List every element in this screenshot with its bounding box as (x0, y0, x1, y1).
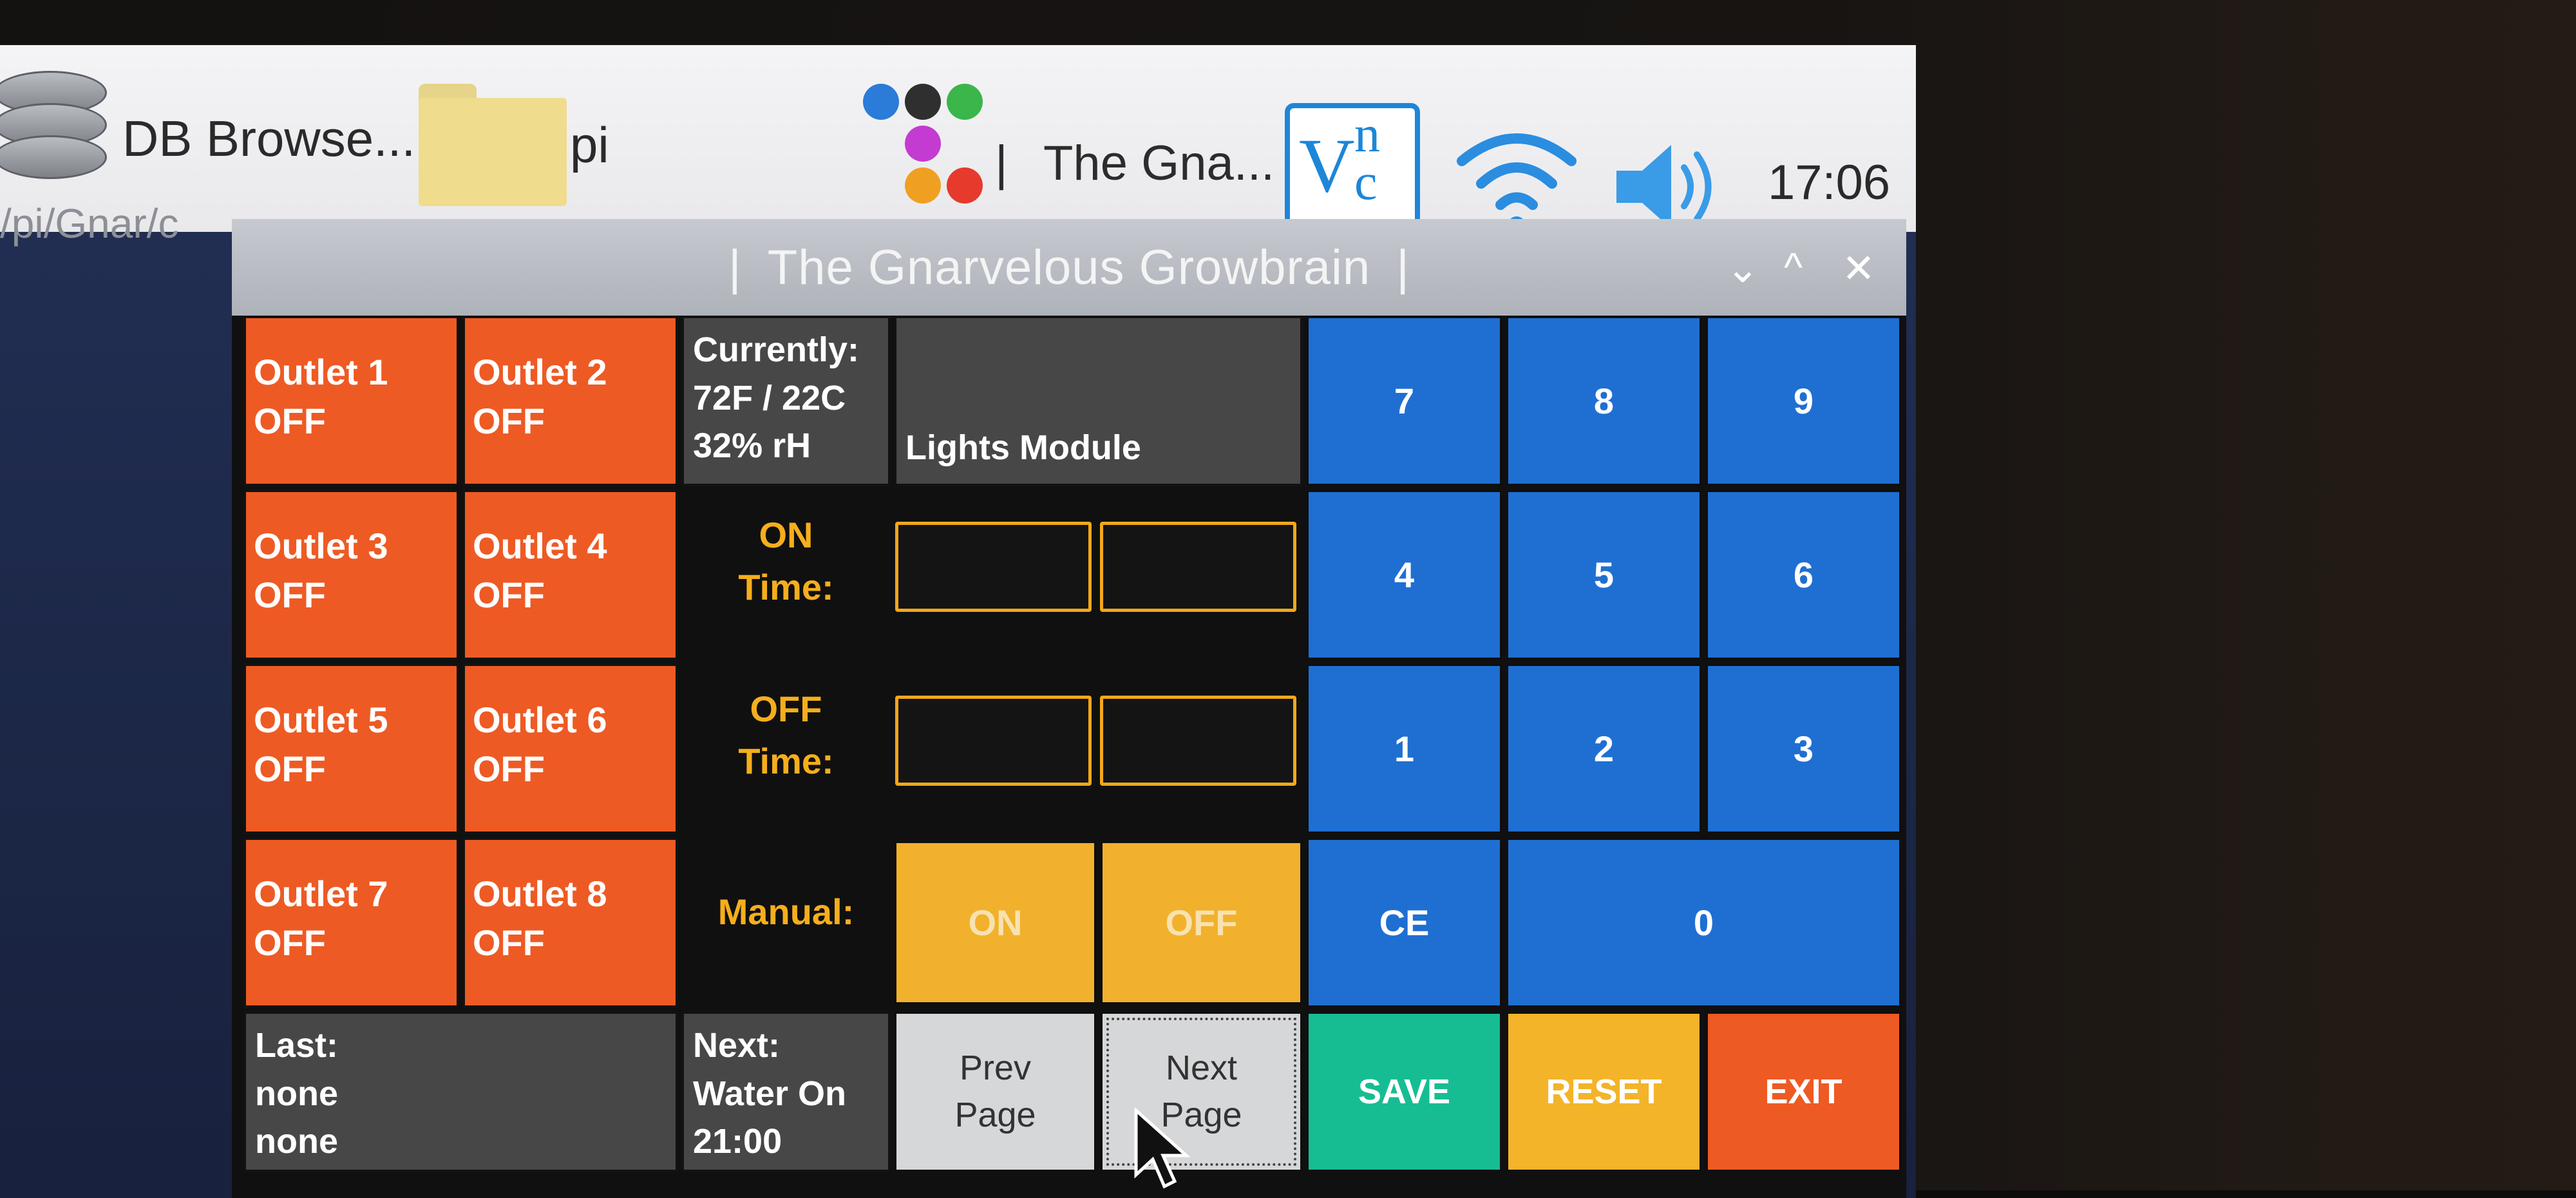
window-title: The Gnarvelous Growbrain (767, 240, 1371, 295)
outlet-5-button[interactable]: Outlet 5 OFF (243, 663, 459, 834)
outlet-state: OFF (254, 922, 326, 963)
manual-off-button[interactable]: OFF (1100, 841, 1303, 1005)
next-label: Next: (693, 1026, 781, 1065)
on-time-minutes-field[interactable] (1100, 522, 1296, 612)
keypad-8-button[interactable]: 8 (1506, 316, 1702, 486)
window-title-prefix: | (728, 240, 742, 295)
taskbar-window-title[interactable]: The Gna... (1043, 135, 1274, 191)
outlet-name: Outlet 6 (473, 699, 607, 740)
outlet-name: Outlet 1 (254, 352, 388, 392)
outlet-state: OFF (473, 400, 545, 441)
module-title: Lights Module (905, 428, 1141, 468)
app-window: | The Gnarvelous Growbrain | ⌄ ^ ✕ Outle… (232, 219, 1906, 1198)
next-time: 21:00 (693, 1122, 782, 1161)
manual-label: Manual: (717, 891, 855, 932)
manual-on-button[interactable]: ON (894, 841, 1097, 1005)
next-page-label-1: Next (1165, 1049, 1238, 1088)
launcher-icon[interactable] (850, 71, 1005, 219)
off-time-minutes-field[interactable] (1100, 696, 1296, 786)
outlet-name: Outlet 8 (473, 873, 607, 914)
off-time-label-line1: OFF (750, 689, 822, 729)
outlet-8-button[interactable]: Outlet 8 OFF (462, 837, 678, 1008)
on-time-label-line2: Time: (738, 567, 834, 608)
on-time-label: ON Time: (681, 509, 891, 638)
keypad-0-button[interactable]: 0 (1506, 837, 1902, 1008)
taskbar-separator: | (995, 136, 1008, 191)
outlet-name: Outlet 7 (254, 873, 388, 914)
desktop-path-text: /pi/Gnar/c (0, 200, 179, 247)
next-page-button[interactable]: Next Page (1100, 1011, 1303, 1172)
outlet-state: OFF (473, 922, 545, 963)
outlet-state: OFF (254, 748, 326, 789)
outlet-name: Outlet 3 (254, 526, 388, 566)
save-button[interactable]: SAVE (1306, 1011, 1502, 1172)
cursor-icon (1134, 1108, 1191, 1189)
off-time-hours-field[interactable] (895, 696, 1092, 786)
keypad-3-button[interactable]: 3 (1705, 663, 1902, 834)
on-time-label-line1: ON (759, 515, 813, 555)
humidity-value: 32% rH (693, 426, 811, 466)
outlet-state: OFF (254, 400, 326, 441)
last-line-2: none (255, 1122, 338, 1161)
outlet-6-button[interactable]: Outlet 6 OFF (462, 663, 678, 834)
outlet-1-button[interactable]: Outlet 1 OFF (243, 316, 459, 486)
current-conditions: Currently: 72F / 22C 32% rH (681, 316, 891, 486)
vnc-icon[interactable]: V n c (1285, 103, 1420, 238)
close-icon[interactable]: ✕ (1842, 245, 1875, 292)
outlet-name: Outlet 2 (473, 352, 607, 392)
on-time-hours-field[interactable] (895, 522, 1092, 612)
keypad-clear-button[interactable]: CE (1306, 837, 1502, 1008)
prev-page-label-1: Prev (959, 1049, 1032, 1088)
minimize-icon[interactable]: ⌄ (1726, 245, 1759, 292)
temperature-value: 72F / 22C (693, 378, 846, 417)
outlet-state: OFF (473, 748, 545, 789)
current-label: Currently: (693, 330, 860, 369)
next-event-panel: Next: Water On 21:00 (681, 1011, 891, 1172)
window-titlebar[interactable]: | The Gnarvelous Growbrain | ⌄ ^ ✕ (232, 219, 1906, 316)
keypad-5-button[interactable]: 5 (1506, 490, 1702, 660)
desktop-icon-pi-label[interactable]: pi (570, 116, 609, 175)
prev-page-button[interactable]: Prev Page (894, 1011, 1097, 1172)
keypad-7-button[interactable]: 7 (1306, 316, 1502, 486)
outlet-2-button[interactable]: Outlet 2 OFF (462, 316, 678, 486)
outlet-name: Outlet 5 (254, 699, 388, 740)
outlet-7-button[interactable]: Outlet 7 OFF (243, 837, 459, 1008)
prev-page-label-2: Page (954, 1096, 1036, 1134)
off-time-label-line2: Time: (738, 741, 834, 782)
outlet-name: Outlet 4 (473, 526, 607, 566)
last-label: Last: (255, 1026, 339, 1065)
module-title-panel: Lights Module (894, 316, 1303, 486)
desktop-icon-db-label[interactable]: DB Browse... (122, 109, 415, 168)
outlet-3-button[interactable]: Outlet 3 OFF (243, 490, 459, 660)
control-grid: Outlet 1 OFF Outlet 2 OFF Outlet 3 OFF O… (243, 316, 1902, 1198)
monitor-screen: DB Browse... pi /pi/Gnar/c | The Gna... … (0, 45, 1916, 1198)
maximize-icon[interactable]: ^ (1784, 245, 1803, 290)
keypad-6-button[interactable]: 6 (1705, 490, 1902, 660)
exit-button[interactable]: EXIT (1705, 1011, 1902, 1172)
keypad-4-button[interactable]: 4 (1306, 490, 1502, 660)
taskbar: DB Browse... pi /pi/Gnar/c | The Gna... … (0, 45, 1916, 247)
keypad-2-button[interactable]: 2 (1506, 663, 1702, 834)
outlet-state: OFF (473, 574, 545, 615)
keypad-9-button[interactable]: 9 (1705, 316, 1902, 486)
outlet-state: OFF (254, 574, 326, 615)
keypad-1-button[interactable]: 1 (1306, 663, 1502, 834)
folder-icon[interactable] (419, 84, 567, 206)
last-line-1: none (255, 1074, 338, 1113)
next-event: Water On (693, 1074, 847, 1113)
database-icon[interactable] (0, 58, 109, 193)
reset-button[interactable]: RESET (1506, 1011, 1702, 1172)
last-event-panel: Last: none none (243, 1011, 678, 1172)
window-title-suffix: | (1396, 240, 1410, 295)
off-time-label: OFF Time: (681, 683, 891, 812)
clock[interactable]: 17:06 (1768, 155, 1890, 211)
outlet-4-button[interactable]: Outlet 4 OFF (462, 490, 678, 660)
